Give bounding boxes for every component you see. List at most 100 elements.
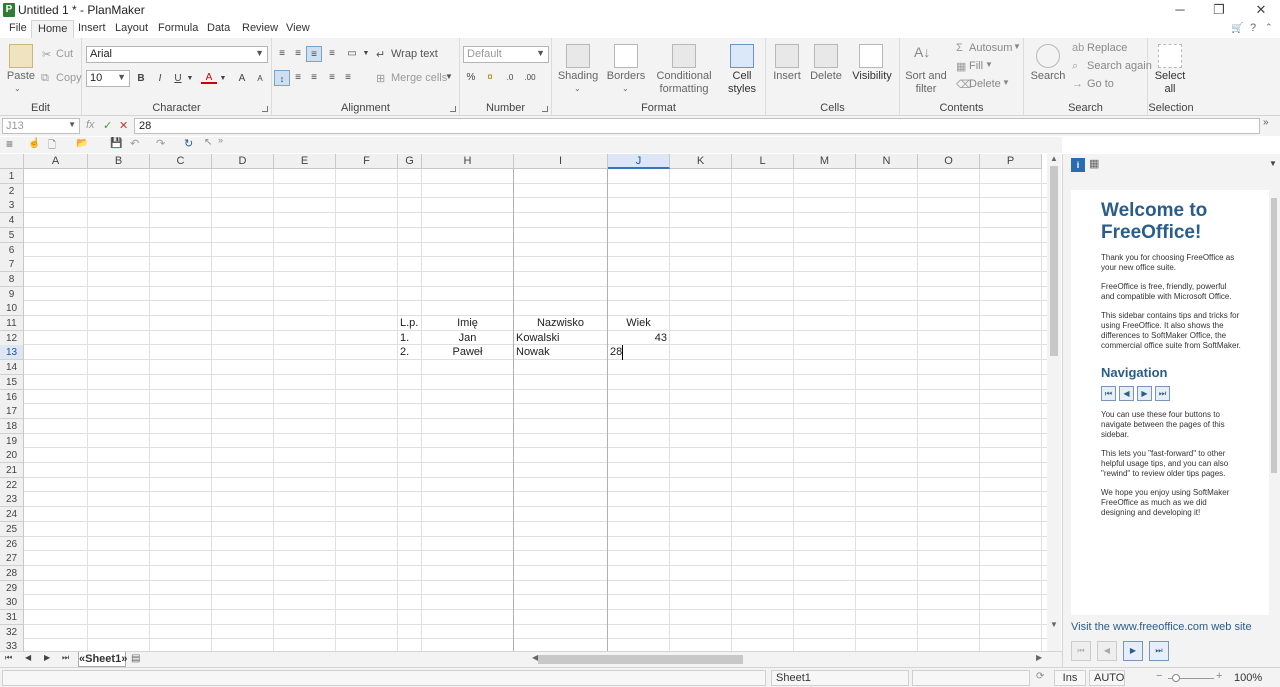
row-header-28[interactable]: 28 [0, 565, 24, 581]
row-header-8[interactable]: 8 [0, 271, 24, 287]
percent-button[interactable]: % [463, 70, 479, 86]
align-left-icon[interactable]: ≡ [290, 70, 306, 86]
row-header-15[interactable]: 15 [0, 374, 24, 390]
shrink-font-button[interactable]: A [252, 71, 268, 87]
zoom-level[interactable]: 100% [1234, 672, 1262, 684]
italic-button[interactable]: I [152, 71, 168, 87]
bold-button[interactable]: B [133, 71, 149, 87]
align-bottom-icon[interactable]: ≡ [306, 46, 322, 62]
freeoffice-link[interactable]: Visit the www.freeoffice.com web site [1071, 621, 1252, 633]
character-dialog-launcher-icon[interactable] [262, 106, 268, 112]
close-button[interactable]: ✕ [1246, 1, 1276, 19]
hamburger-menu-icon[interactable]: ≡ [6, 137, 13, 151]
orientation-icon[interactable]: ↕ [274, 70, 290, 86]
column-header-o[interactable]: O [918, 154, 980, 169]
autosum-dropdown-icon[interactable]: ▼ [1013, 42, 1021, 51]
open-folder-icon[interactable]: 📂 [76, 138, 88, 149]
row-header-17[interactable]: 17 [0, 404, 24, 420]
shading-dropdown-icon[interactable]: ⌄ [574, 82, 581, 95]
row-header-31[interactable]: 31 [0, 610, 24, 625]
column-header-a[interactable]: A [24, 154, 88, 169]
row-header-27[interactable]: 27 [0, 551, 24, 567]
cell-h12[interactable]: Jan [424, 331, 511, 346]
select-all-label1[interactable]: Select [1148, 70, 1192, 83]
new-document-icon[interactable]: 🗋 [48, 138, 56, 155]
select-all-corner[interactable] [0, 154, 24, 169]
row-header-32[interactable]: 32 [0, 624, 24, 640]
formula-bar-expand-icon[interactable]: » [1263, 117, 1269, 128]
cell-i11[interactable]: Nazwisko [516, 316, 605, 331]
menu-view[interactable]: View [286, 22, 310, 34]
menu-layout[interactable]: Layout [115, 22, 148, 34]
scroll-right-icon[interactable]: ▶ [1036, 653, 1042, 662]
cell-h13[interactable]: Paweł [424, 345, 511, 360]
cell-j12[interactable]: 43 [610, 331, 667, 346]
font-color-dropdown-icon[interactable]: ▼ [215, 71, 231, 87]
increase-decimals-icon[interactable]: .0 [502, 70, 518, 86]
prev-sheet-icon[interactable]: ◀ [25, 653, 31, 662]
row-header-22[interactable]: 22 [0, 477, 24, 493]
row-header-18[interactable]: 18 [0, 418, 24, 434]
autosum-button[interactable]: Autosum [969, 42, 1012, 54]
font-name-combo[interactable]: Arial ▼ [86, 46, 268, 63]
confirm-icon[interactable]: ✓ [103, 119, 112, 132]
sidebar-scroll-thumb[interactable] [1271, 198, 1277, 473]
column-header-l[interactable]: L [732, 154, 794, 169]
borders-dropdown-icon[interactable]: ⌄ [622, 82, 629, 95]
shading-icon[interactable] [566, 44, 590, 68]
delete-contents-button[interactable]: Delete [969, 78, 1001, 90]
delete-cells-button[interactable]: Delete [807, 70, 845, 83]
repeat-icon[interactable]: ↻ [184, 137, 193, 150]
first-page-button[interactable]: ⏮ [1071, 641, 1091, 661]
minimize-button[interactable]: ─ [1165, 1, 1195, 19]
insert-mode-indicator[interactable]: Ins [1054, 670, 1086, 686]
cell-h11[interactable]: Imię [424, 316, 511, 331]
currency-icon[interactable]: ¤ [482, 70, 498, 86]
menu-insert[interactable]: Insert [78, 22, 106, 34]
ribbon-collapse-icon[interactable]: ⌃ [1265, 22, 1273, 33]
row-header-13[interactable]: 13 [0, 345, 24, 361]
select-all-icon[interactable] [1158, 44, 1182, 68]
cell-styles-icon[interactable] [730, 44, 754, 68]
cell-i13[interactable]: Nowak [516, 345, 605, 360]
cell-g12[interactable]: 1. [400, 331, 419, 346]
column-header-c[interactable]: C [150, 154, 212, 169]
border-dropdown-icon[interactable]: ▼ [358, 46, 374, 62]
visibility-icon[interactable] [859, 44, 883, 68]
help-icon[interactable]: ? [1250, 22, 1256, 34]
spreadsheet-grid[interactable]: ABCDEFGHIJKLMNOP 1 2 3 4 5 6 7 8 9 10 11 12 13 14 15 16… [0, 154, 1047, 651]
row-header-11[interactable]: 11 [0, 316, 24, 331]
row-header-21[interactable]: 21 [0, 463, 24, 478]
zoom-slider-thumb[interactable] [1172, 674, 1180, 682]
column-header-b[interactable]: B [88, 154, 150, 169]
align-top-icon[interactable]: ≡ [274, 46, 290, 62]
row-header-25[interactable]: 25 [0, 521, 24, 537]
menu-formula[interactable]: Formula [158, 22, 198, 34]
column-header-p[interactable]: P [980, 154, 1042, 169]
search-again-button[interactable]: Search again [1087, 60, 1152, 72]
cart-icon[interactable]: 🛒 [1231, 23, 1243, 34]
info-tab-icon[interactable]: i [1071, 158, 1085, 172]
delete-contents-dropdown-icon[interactable]: ▼ [1002, 78, 1010, 87]
save-icon[interactable]: 💾 [110, 138, 122, 149]
row-header-24[interactable]: 24 [0, 507, 24, 523]
row-header-19[interactable]: 19 [0, 433, 24, 449]
merge-dropdown-icon[interactable]: ▼ [445, 72, 453, 81]
next-sheet-icon[interactable]: ▶ [44, 653, 50, 662]
underline-dropdown-icon[interactable]: ▼ [182, 71, 198, 87]
paste-icon[interactable] [9, 44, 33, 68]
cell-styles-label2[interactable]: styles [720, 83, 764, 96]
cell-j11[interactable]: Wiek [610, 316, 667, 331]
insert-cells-icon[interactable] [775, 44, 799, 68]
align-center-icon[interactable]: ≡ [306, 70, 322, 86]
column-header-f[interactable]: F [336, 154, 398, 169]
column-header-d[interactable]: D [212, 154, 274, 169]
scroll-up-icon[interactable]: ▲ [1050, 154, 1058, 163]
row-header-1[interactable]: 1 [0, 169, 24, 184]
column-header-g[interactable]: G [398, 154, 422, 169]
conditional-formatting-icon[interactable] [672, 44, 696, 68]
font-size-combo[interactable]: 10 ▼ [86, 70, 130, 87]
row-header-30[interactable]: 30 [0, 595, 24, 611]
menu-data[interactable]: Data [207, 22, 230, 34]
row-header-33[interactable]: 33 [0, 639, 24, 651]
